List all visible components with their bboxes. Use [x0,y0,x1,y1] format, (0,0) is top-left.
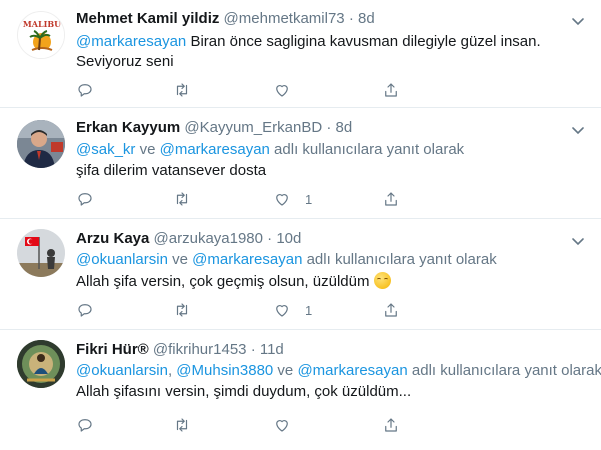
tweet-text-line-2: Seviyoruz seni [76,53,174,70]
tweet[interactable]: Erkan Kayyum @Kayyum_ErkanBD · 8d @sak_k… [0,108,601,219]
retweet-icon [176,418,188,432]
author-name[interactable]: Arzu Kaya [76,230,149,247]
tweet-text-part: Allah şifa versin, çok geçmiş olsun, üzü… [76,273,374,290]
like-button[interactable] [273,79,291,101]
retweet-icon [176,192,188,206]
tweet-header: Fikri Hür® @fikrihur1453 · 11d [76,341,284,358]
user-photo-icon [17,229,65,277]
reply-button[interactable] [76,299,94,321]
retweet-button[interactable] [173,414,191,436]
like-button[interactable] [273,414,291,436]
caret-down-icon[interactable] [569,121,587,139]
like-icon [276,85,288,97]
tweet-text-part: Biran önce sagligina kavusman dilegiyle … [186,33,541,50]
avatar[interactable] [17,120,65,168]
separator-dot: · [326,119,332,136]
author-name[interactable]: Erkan Kayyum [76,119,180,136]
share-button[interactable] [382,79,400,101]
tweet-actions: 1 [76,188,516,210]
tweet[interactable]: MALIBU Mehmet Kamil yildiz @mehmetkamil7… [0,0,601,108]
tweet-actions [76,414,516,436]
author-handle[interactable]: @fikrihur1453 [153,341,247,358]
separator-dot: · [250,341,256,358]
like-icon [276,305,288,317]
reply-icon [78,193,92,206]
mention-link[interactable]: @okuanlarsin [76,362,168,379]
tweet-header: Erkan Kayyum @Kayyum_ErkanBD · 8d [76,119,352,136]
like-count: 1 [305,302,313,318]
share-icon [385,192,397,206]
tweet[interactable]: Fikri Hür® @fikrihur1453 · 11d @okuanlar… [0,330,601,450]
like-icon [276,194,288,206]
svg-text:MALIBU: MALIBU [23,19,61,29]
author-name[interactable]: Fikri Hür® [76,341,149,358]
like-button[interactable]: 1 [273,188,312,210]
retweet-button[interactable] [173,299,191,321]
tweet-text: Allah şifasını versin, şimdi duydum, çok… [76,383,412,400]
like-icon [276,420,288,432]
avatar[interactable]: MALIBU [17,11,65,59]
tweet-text: @markaresayan Biran önce sagligina kavus… [76,33,541,50]
reply-icon [78,419,92,432]
tweet-actions: 1 [76,299,516,321]
reply-icon [78,84,92,97]
reply-connector: ve [273,362,298,379]
share-icon [385,83,397,97]
mention-link[interactable]: @markaresayan [297,362,407,379]
share-button[interactable] [382,414,400,436]
share-icon [385,418,397,432]
tweet-actions [76,79,516,101]
like-count: 1 [305,191,313,207]
mention-link[interactable]: @sak_kr [76,141,135,158]
like-button[interactable]: 1 [273,299,312,321]
separator-dot: · [267,230,273,247]
author-handle[interactable]: @Kayyum_ErkanBD [184,119,322,136]
caret-down-icon[interactable] [569,12,587,30]
share-button[interactable] [382,188,400,210]
reply-context-suffix: adlı kullanıcılara yanıt olarak [269,141,465,158]
tweet-header: Mehmet Kamil yildiz @mehmetkamil73 · 8d [76,10,375,27]
mention-link[interactable]: @markaresayan [76,33,186,50]
tweet-header: Arzu Kaya @arzukaya1980 · 10d [76,230,301,247]
reply-button[interactable] [76,79,94,101]
share-button[interactable] [382,299,400,321]
separator-dot: · [348,10,354,27]
relieved-face-emoji-icon [373,272,391,289]
tweet-time[interactable]: 11d [260,341,284,358]
avatar[interactable] [17,229,65,277]
mention-link[interactable]: @markaresayan [160,141,270,158]
tweet[interactable]: Arzu Kaya @arzukaya1980 · 10d @okuanlars… [0,219,601,330]
share-icon [385,303,397,317]
tweet-text: şifa dilerim vatansever dosta [76,162,267,179]
tweet-text: Allah şifa versin, çok geçmiş olsun, üzü… [76,272,391,290]
author-handle[interactable]: @mehmetkamil73 [224,10,345,27]
retweet-button[interactable] [173,79,191,101]
caret-down-icon[interactable] [569,232,587,250]
reply-context-suffix: adlı kullanıcılara yanıt olarak [302,251,497,268]
reply-button[interactable] [76,188,94,210]
reply-context: @sak_kr ve @markaresayan adlı kullanıcıl… [76,141,464,158]
reply-context: @okuanlarsin ve @markaresayan adlı kulla… [76,251,497,268]
reply-context-suffix: adlı kullanıcılara yanıt olarak [407,362,601,379]
user-photo-icon [17,120,65,168]
tweet-time[interactable]: 8d [358,10,375,27]
tweet-time[interactable]: 8d [336,119,353,136]
mention-link[interactable]: @okuanlarsin [76,251,168,268]
reply-context: @okuanlarsin, @Muhsin3880 ve @markaresay… [76,362,601,379]
reply-button[interactable] [76,414,94,436]
user-photo-icon [17,340,65,388]
author-handle[interactable]: @arzukaya1980 [154,230,263,247]
retweet-button[interactable] [173,188,191,210]
reply-icon [78,304,92,317]
tweet-time[interactable]: 10d [276,230,301,247]
mention-link[interactable]: @markaresayan [192,251,302,268]
mention-link[interactable]: @Muhsin3880 [176,362,273,379]
retweet-icon [176,303,188,317]
reply-connector: ve [167,251,193,268]
retweet-icon [176,83,188,97]
author-name[interactable]: Mehmet Kamil yildiz [76,10,219,27]
malibu-logo-icon: MALIBU [18,12,64,58]
avatar[interactable] [17,340,65,388]
reply-connector: ve [135,141,160,158]
